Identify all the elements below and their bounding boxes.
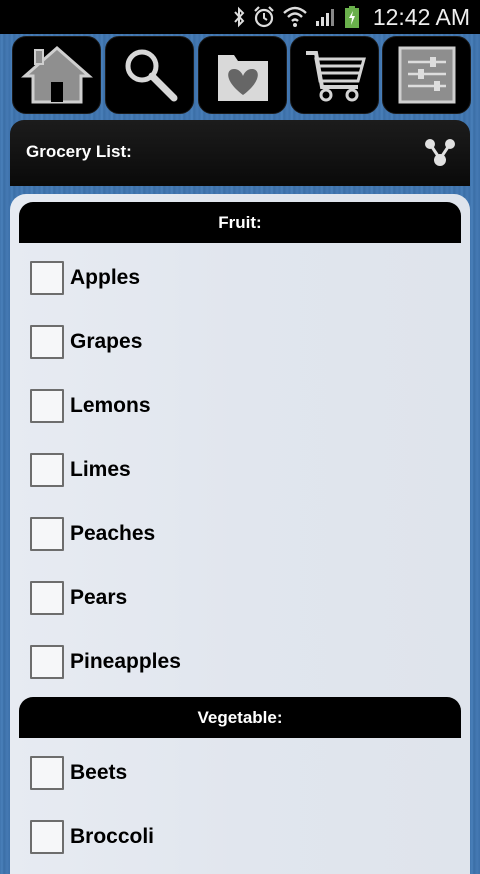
list-item[interactable]: Grapes xyxy=(30,322,450,362)
sliders-icon xyxy=(398,46,455,104)
section-title: Fruit: xyxy=(218,212,262,232)
item-label: Lemons xyxy=(70,394,151,417)
item-checkbox[interactable] xyxy=(30,517,64,551)
heart-folder-icon xyxy=(217,55,268,101)
home-icon xyxy=(20,46,93,104)
item-checkbox[interactable] xyxy=(30,389,64,423)
search-icon xyxy=(125,49,177,102)
status-bar: 12:42 AM xyxy=(0,0,480,34)
item-checkbox[interactable] xyxy=(30,453,64,487)
signal-icon xyxy=(316,9,334,26)
status-time: 12:42 AM xyxy=(372,4,470,30)
cart-button[interactable] xyxy=(290,36,379,114)
list-item[interactable]: Pineapples xyxy=(30,642,450,682)
list-item[interactable]: Pears xyxy=(30,578,450,618)
item-checkbox[interactable] xyxy=(30,820,64,854)
item-label: Pears xyxy=(70,586,128,609)
list-item[interactable]: Peaches xyxy=(30,514,450,554)
item-label: Apples xyxy=(70,266,141,289)
list-item[interactable]: Beets xyxy=(30,753,450,793)
item-checkbox[interactable] xyxy=(30,645,64,679)
page-title: Grocery List: xyxy=(26,142,132,161)
toolbar xyxy=(0,34,480,116)
list-item[interactable]: Lemons xyxy=(30,386,450,426)
settings-button[interactable] xyxy=(382,36,471,114)
status-icons xyxy=(232,4,360,30)
item-checkbox[interactable] xyxy=(30,325,64,359)
bluetooth-icon xyxy=(234,6,245,28)
list-item[interactable]: Broccoli xyxy=(30,817,450,857)
home-button[interactable] xyxy=(12,36,101,114)
section-header-vegetable: Vegetable: xyxy=(19,697,461,738)
cart-icon xyxy=(305,51,366,102)
alarm-icon xyxy=(254,6,274,28)
item-label: Peaches xyxy=(70,522,156,545)
item-label: Limes xyxy=(70,458,131,481)
item-label: Pineapples xyxy=(70,650,181,673)
grocery-list: Fruit: Apples Grapes Lemons Limes Peache… xyxy=(10,194,470,874)
section-title: Vegetable: xyxy=(197,707,283,727)
list-item[interactable]: Limes xyxy=(30,450,450,490)
search-button[interactable] xyxy=(105,36,194,114)
share-icon[interactable] xyxy=(424,136,456,168)
item-checkbox[interactable] xyxy=(30,756,64,790)
item-checkbox[interactable] xyxy=(30,581,64,615)
list-header: Grocery List: xyxy=(10,120,470,186)
section-header-fruit: Fruit: xyxy=(19,202,461,243)
item-label: Broccoli xyxy=(70,825,155,848)
item-label: Grapes xyxy=(70,330,143,353)
wifi-icon xyxy=(283,6,307,27)
item-checkbox[interactable] xyxy=(30,261,64,295)
favorites-button[interactable] xyxy=(198,36,287,114)
battery-charging-icon xyxy=(345,6,359,28)
list-item[interactable]: Apples xyxy=(30,258,450,298)
item-label: Beets xyxy=(70,761,128,784)
